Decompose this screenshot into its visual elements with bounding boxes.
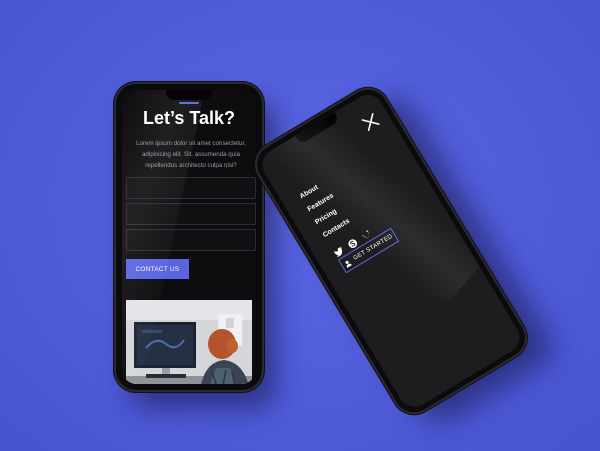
user-icon xyxy=(345,260,352,268)
menu-phone-mockup: About Features Pricing Contacts GET STAR… xyxy=(249,82,533,420)
person-at-computer-photo xyxy=(126,300,252,384)
contact-phone-mockup: Let’s Talk? Lorem ipsum dolor sit amet c… xyxy=(116,84,262,390)
phone-notch xyxy=(295,112,340,145)
title-accent-line xyxy=(179,102,199,104)
close-icon[interactable] xyxy=(361,112,380,132)
page-title: Let’s Talk? xyxy=(142,108,236,128)
contact-screen: Let’s Talk? Lorem ipsum dolor sit amet c… xyxy=(122,90,256,384)
contact-field-1[interactable] xyxy=(126,177,256,199)
contact-field-3[interactable] xyxy=(126,229,256,251)
vimeo-icon[interactable] xyxy=(357,224,371,239)
skype-icon[interactable] xyxy=(343,233,358,248)
photo-illustration xyxy=(126,300,252,384)
phone-notch xyxy=(166,90,212,100)
twitter-icon[interactable] xyxy=(330,241,344,257)
nav-menu: About Features Pricing Contacts xyxy=(297,176,354,243)
page-description: Lorem ipsum dolor sit amet consectetur, … xyxy=(136,140,246,169)
menu-screen: About Features Pricing Contacts GET STAR… xyxy=(256,89,526,413)
contact-field-2[interactable] xyxy=(126,203,256,225)
contact-us-button[interactable]: CONTACT US xyxy=(126,259,189,279)
